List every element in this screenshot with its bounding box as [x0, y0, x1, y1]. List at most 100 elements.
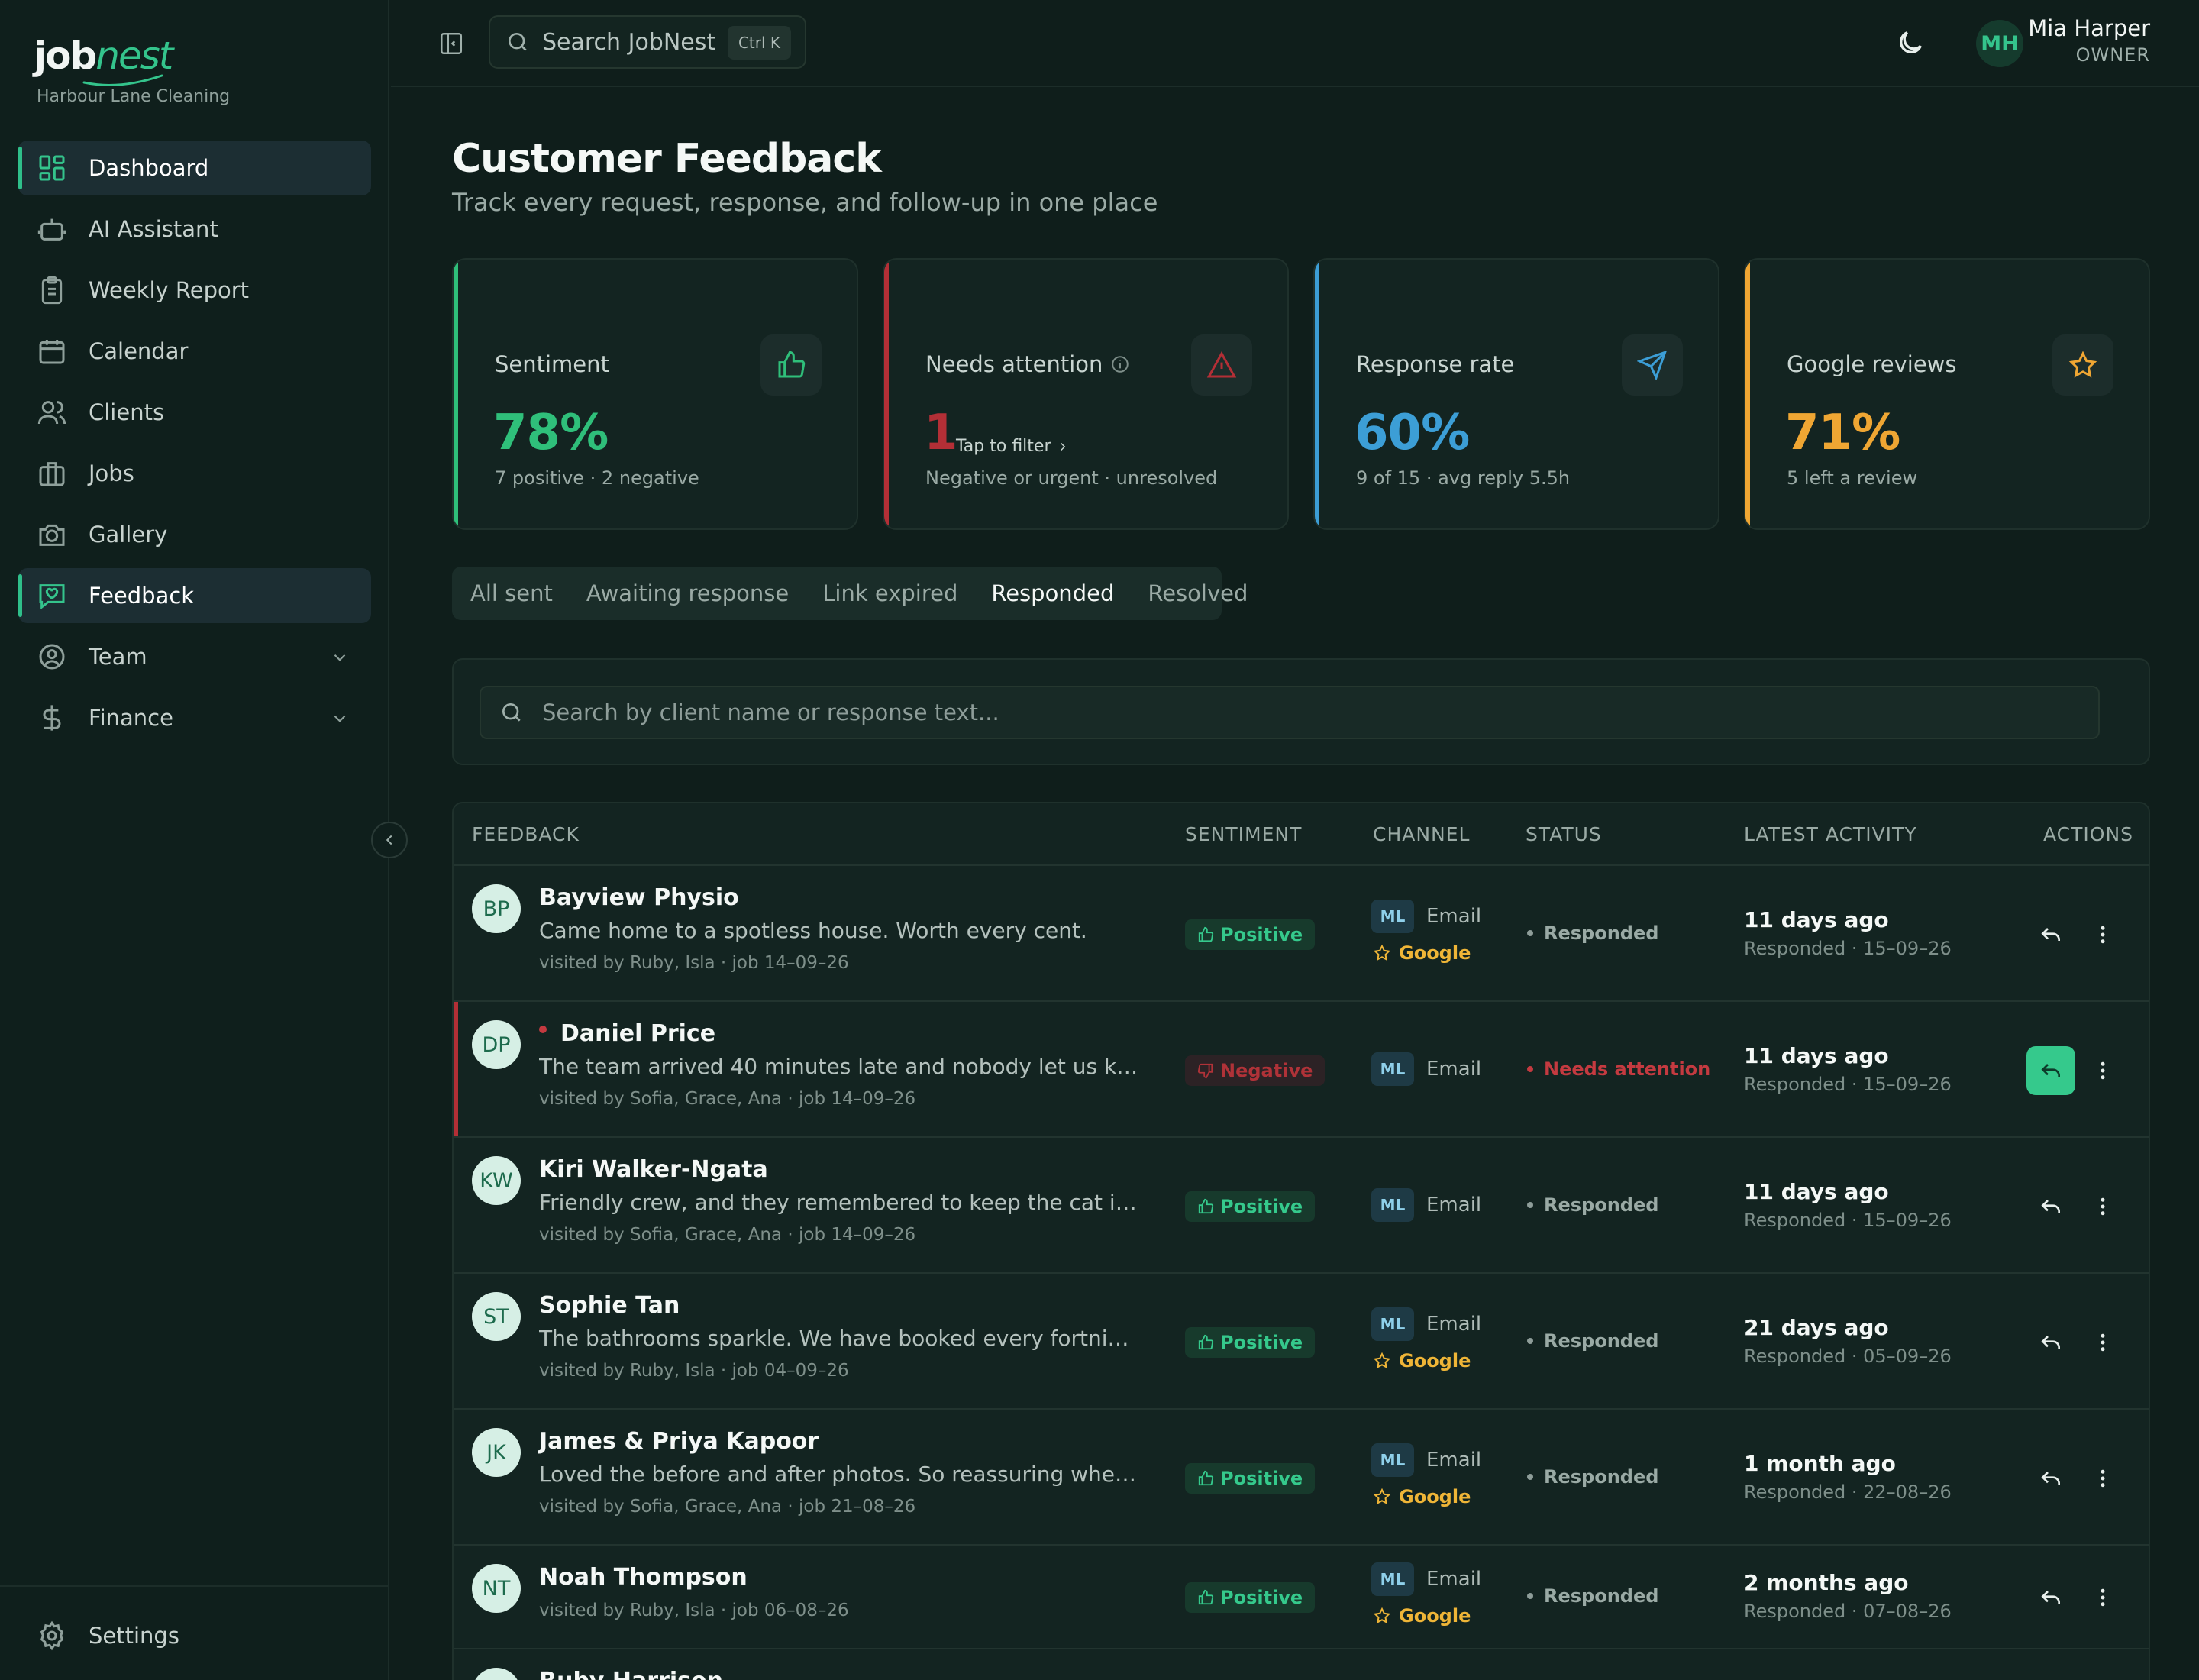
sentiment-badge: Positive — [1185, 919, 1316, 950]
activity-detail: Responded · 07–08–26 — [1744, 1601, 1952, 1622]
table-row[interactable]: JK James & Priya Kapoor Loved the before… — [454, 1410, 2149, 1546]
needs-attention-card[interactable]: Needs attention 1 Tap to filter Negative… — [883, 258, 1289, 530]
more-options-button[interactable] — [2089, 1182, 2117, 1231]
status-indicator: Responded — [1527, 922, 1658, 944]
global-search-button[interactable]: Search JobNest Ctrl K — [489, 15, 806, 69]
status-indicator: Responded — [1527, 1330, 1658, 1352]
reply-button[interactable] — [2026, 1318, 2075, 1367]
client-name[interactable]: Ruby Harrison — [539, 1668, 723, 1680]
tab-awaiting-response[interactable]: Awaiting response — [586, 580, 789, 606]
visit-meta: visited by Sofia, Grace, Ana · job 21–08… — [539, 1497, 916, 1517]
user-avatar[interactable]: MH — [1976, 20, 2023, 67]
camera-icon — [39, 524, 65, 546]
sidebar-item-team[interactable]: Team — [18, 629, 371, 684]
more-options-button[interactable] — [2089, 910, 2117, 959]
client-name[interactable]: James & Priya Kapoor — [539, 1428, 819, 1455]
sidebar-item-finance[interactable]: Finance — [18, 690, 371, 745]
sidebar-item-dashboard[interactable]: Dashboard — [18, 141, 371, 195]
sentiment-badge: Positive — [1185, 1327, 1316, 1358]
thumbs-up-icon — [778, 351, 806, 378]
reply-button[interactable] — [2026, 1573, 2075, 1622]
table-row[interactable]: BP Bayview Physio Came home to a spotles… — [454, 866, 2149, 1002]
more-options-button[interactable] — [2089, 1046, 2117, 1095]
card-value: 71% — [1785, 405, 1900, 461]
feedback-search-input[interactable]: Search by client name or response text..… — [480, 686, 2100, 739]
status-indicator: Responded — [1527, 1585, 1658, 1607]
user-name: Mia Harper — [2028, 15, 2150, 41]
clipboard-icon — [41, 276, 63, 305]
more-vertical-icon — [2101, 1588, 2105, 1607]
tap-to-filter-link[interactable]: Tap to filter — [956, 437, 1070, 456]
more-options-button[interactable] — [2089, 1318, 2117, 1367]
card-note: Negative or urgent · unresolved — [925, 467, 1218, 489]
sidebar-item-clients[interactable]: Clients — [18, 385, 371, 440]
send-icon — [1637, 350, 1668, 380]
tab-link-expired[interactable]: Link expired — [822, 580, 957, 606]
reply-button[interactable] — [2026, 1046, 2075, 1095]
reply-button[interactable] — [2026, 910, 2075, 959]
sidebar: jobnest Harbour Lane Cleaning Dashboard … — [0, 0, 389, 1680]
status-tabs: All sent Awaiting response Link expired … — [452, 567, 1248, 620]
card-title-text: Needs attention — [925, 351, 1103, 377]
more-options-button[interactable] — [2089, 1573, 2117, 1622]
visit-meta: visited by Sofia, Grace, Ana · job 14–09… — [539, 1225, 916, 1245]
sidebar-toggle-icon[interactable] — [438, 31, 464, 57]
table-row[interactable]: NT Noah Thompson visited by Ruby, Isla ·… — [454, 1546, 2149, 1649]
message-heart-icon — [39, 584, 65, 610]
sentiment-label: Positive — [1220, 924, 1303, 945]
tab-all-sent[interactable]: All sent — [470, 580, 553, 606]
channel-google-label: Google — [1399, 1486, 1471, 1507]
feedback-message: The team arrived 40 minutes late and nob… — [539, 1054, 1142, 1079]
visit-meta: visited by Ruby, Isla · job 14–09–26 — [539, 953, 849, 973]
client-name[interactable]: Daniel Price — [539, 1020, 715, 1047]
client-avatar: JK — [472, 1428, 521, 1477]
sidebar-item-settings[interactable]: Settings — [37, 1620, 179, 1651]
more-options-button[interactable] — [2089, 1454, 2117, 1503]
column-header-sentiment[interactable]: SENTIMENT — [1185, 823, 1302, 845]
ml-badge: ML — [1371, 900, 1414, 933]
reply-button[interactable] — [2026, 1454, 2075, 1503]
more-vertical-icon — [2101, 1197, 2105, 1216]
card-title: Response rate — [1356, 351, 1515, 377]
table-row[interactable]: DP Daniel Price The team arrived 40 minu… — [454, 1002, 2149, 1138]
moon-icon[interactable] — [1895, 27, 1926, 58]
sentiment-label: Positive — [1220, 1332, 1303, 1353]
jobnest-logo[interactable]: jobnest — [34, 34, 173, 86]
client-name[interactable]: Sophie Tan — [539, 1292, 680, 1319]
global-search-label: Search JobNest — [542, 28, 716, 56]
collapse-sidebar-button[interactable] — [371, 822, 408, 858]
tab-responded[interactable]: Responded — [991, 580, 1114, 606]
star-icon — [2068, 351, 2097, 378]
client-name[interactable]: Kiri Walker-Ngata — [539, 1156, 768, 1183]
card-value: 60% — [1355, 405, 1470, 461]
chevron-down-icon[interactable] — [330, 709, 350, 729]
tap-to-filter-label: Tap to filter — [956, 437, 1051, 456]
channel-email: ML Email — [1371, 1443, 1481, 1477]
tab-resolved[interactable]: Resolved — [1148, 580, 1248, 606]
more-vertical-icon — [2101, 926, 2105, 944]
column-header-feedback[interactable]: FEEDBACK — [472, 823, 580, 845]
table-row[interactable]: KW Kiri Walker-Ngata Friendly crew, and … — [454, 1138, 2149, 1274]
info-icon[interactable] — [1110, 354, 1130, 374]
column-header-status[interactable]: STATUS — [1526, 823, 1602, 845]
reply-button[interactable] — [2026, 1182, 2075, 1231]
chevron-down-icon[interactable] — [330, 648, 350, 667]
column-header-channel[interactable]: CHANNEL — [1373, 823, 1470, 845]
thumbs-up-icon — [1198, 926, 1214, 942]
client-name[interactable]: Bayview Physio — [539, 884, 739, 911]
column-header-latest-activity[interactable]: LATEST ACTIVITY — [1744, 823, 1917, 845]
table-row[interactable]: RH Ruby Harrison — [454, 1649, 2149, 1680]
sidebar-item-gallery[interactable]: Gallery — [18, 507, 371, 562]
dollar-icon — [43, 705, 61, 731]
client-avatar: KW — [472, 1156, 521, 1205]
channel-google-label: Google — [1399, 1605, 1471, 1627]
client-name[interactable]: Noah Thompson — [539, 1564, 748, 1591]
sidebar-item-ai-assistant[interactable]: AI Assistant — [18, 202, 371, 257]
table-row[interactable]: ST Sophie Tan The bathrooms sparkle. We … — [454, 1274, 2149, 1410]
sidebar-item-calendar[interactable]: Calendar — [18, 324, 371, 379]
sidebar-item-feedback[interactable]: Feedback — [18, 568, 371, 623]
sidebar-item-weekly-report[interactable]: Weekly Report — [18, 263, 371, 318]
chevron-right-icon — [1060, 442, 1065, 451]
sidebar-item-jobs[interactable]: Jobs — [18, 446, 371, 501]
card-note: 9 of 15 · avg reply 5.5h — [1356, 467, 1571, 489]
